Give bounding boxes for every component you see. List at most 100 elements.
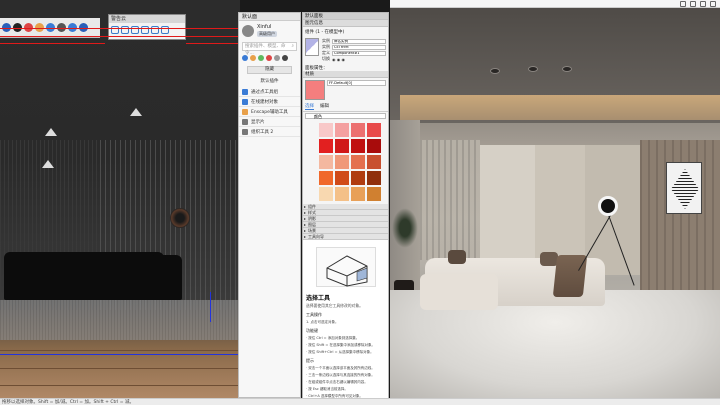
material-tabs: 选择 编辑 bbox=[303, 102, 388, 112]
entity-field: 实例 bbox=[322, 38, 386, 44]
settings-icon[interactable] bbox=[274, 55, 280, 61]
settings-icon[interactable] bbox=[710, 1, 716, 7]
tab-edit[interactable]: 编辑 bbox=[320, 103, 329, 110]
instructor-illustration bbox=[315, 247, 376, 287]
camera-icon[interactable] bbox=[690, 1, 696, 7]
entity-field-input[interactable] bbox=[332, 38, 386, 44]
entity-field-input[interactable] bbox=[332, 44, 386, 50]
extension-item[interactable]: 组织工具 2 bbox=[239, 127, 300, 137]
plugin-icon bbox=[242, 88, 248, 95]
tab-select[interactable]: 选择 bbox=[305, 103, 314, 110]
tray-title: 默认面 bbox=[239, 13, 300, 21]
material-swatch-cell[interactable] bbox=[367, 123, 381, 137]
wall-artwork bbox=[666, 162, 702, 214]
render-toolbar bbox=[390, 0, 720, 8]
axis-blue-line bbox=[0, 354, 240, 355]
material-swatch-cell[interactable] bbox=[335, 123, 349, 137]
grid-icon[interactable] bbox=[700, 1, 706, 7]
material-swatch-cell[interactable] bbox=[335, 155, 349, 169]
floor-line bbox=[0, 385, 240, 386]
store-icon[interactable] bbox=[258, 55, 264, 61]
material-swatch-cell[interactable] bbox=[351, 123, 365, 137]
material-swatch-cell[interactable] bbox=[367, 187, 381, 201]
material-swatch-cell[interactable] bbox=[319, 139, 333, 153]
entity-field: 切换 ◉ ◉ ◉ bbox=[322, 56, 386, 62]
instructor-line: · 双击一个平面以选择该平面及其所有边线。 bbox=[306, 366, 375, 370]
instructor-panel: 选择工具 选择要使用其它工具修改的对象。 工具操作 1. 点击可选定对象。 功能… bbox=[303, 240, 388, 400]
axis-red-line bbox=[0, 43, 105, 44]
instructor-section: 工具操作 bbox=[306, 312, 322, 317]
home-icon[interactable] bbox=[242, 55, 248, 61]
material-swatch[interactable] bbox=[305, 80, 325, 100]
material-swatch-cell[interactable] bbox=[319, 187, 333, 201]
material-swatch-cell[interactable] bbox=[367, 171, 381, 185]
downlight bbox=[562, 66, 572, 72]
material-swatch-cell[interactable] bbox=[351, 171, 365, 185]
material-swatch-cell[interactable] bbox=[351, 155, 365, 169]
default-tray: 默认面板 图元信息 组件 (1 - 在模型中) 实例 实例 定义 切换 bbox=[302, 12, 389, 405]
entity-field-input[interactable] bbox=[332, 50, 386, 56]
extension-list: 通过点工具组 在线建材对象 Enscape辅助工具 显示片 组织工具 2 bbox=[239, 87, 300, 137]
rug-model bbox=[0, 300, 240, 340]
user-card[interactable]: Xinful 高级用户 bbox=[239, 21, 300, 40]
extension-item[interactable]: Enscape辅助工具 bbox=[239, 107, 300, 117]
pendant-light bbox=[130, 108, 142, 116]
material-swatch-cell[interactable] bbox=[319, 123, 333, 137]
instructor-section: 功能键 bbox=[306, 328, 318, 333]
instructor-line: · 三击一条边线以选择与其连接的所有对象。 bbox=[306, 373, 375, 377]
material-header[interactable]: 材质 bbox=[303, 71, 388, 78]
refresh-icon[interactable] bbox=[282, 55, 288, 61]
axis-red-line bbox=[186, 43, 240, 44]
extension-item[interactable]: 在线建材对象 bbox=[239, 97, 300, 107]
tray-section-label: 默认插件 bbox=[260, 79, 279, 84]
entity-field: 实例 bbox=[322, 44, 386, 50]
tray-search-input[interactable]: 搜索插件、模型、命令... ⌕ bbox=[242, 42, 297, 56]
downlight bbox=[528, 66, 538, 72]
sofa-model bbox=[4, 252, 164, 300]
toggle-icons[interactable]: ◉ ◉ ◉ bbox=[332, 57, 345, 62]
heart-icon[interactable] bbox=[266, 55, 272, 61]
material-swatch-cell[interactable] bbox=[319, 155, 333, 169]
extension-item[interactable]: 显示片 bbox=[239, 117, 300, 127]
instructor-line: · 按住 Ctrl = 添加对象到选择集。 bbox=[306, 336, 360, 340]
instructor-line: · 按 Esc 键取消当前选择。 bbox=[306, 387, 348, 391]
enscape-icon bbox=[242, 108, 248, 115]
material-swatch-cell[interactable] bbox=[367, 155, 381, 169]
material-swatch-cell[interactable] bbox=[351, 139, 365, 153]
material-title: 面板属性： bbox=[305, 66, 328, 71]
instructor-line: · 按住 Shift = 在选择集中添加或移除对象。 bbox=[306, 343, 375, 347]
house-illustration bbox=[326, 255, 367, 287]
pillow bbox=[448, 250, 466, 264]
sofa-chaise bbox=[420, 274, 498, 310]
extension-label: 组织工具 2 bbox=[251, 129, 274, 135]
instructor-section: 提示 bbox=[306, 358, 314, 363]
tray-hide-button[interactable]: 隐藏 bbox=[247, 66, 292, 74]
material-grid bbox=[303, 120, 388, 204]
material-name-field[interactable]: FF-Default[0] bbox=[327, 80, 386, 86]
material-swatch-cell[interactable] bbox=[335, 171, 349, 185]
star-icon[interactable] bbox=[250, 55, 256, 61]
instructor-subtitle: 选择要使用其它工具修改的对象。 bbox=[306, 303, 363, 308]
material-swatch-cell[interactable] bbox=[367, 139, 381, 153]
material-swatch-cell[interactable] bbox=[335, 187, 349, 201]
screen-icon[interactable] bbox=[680, 1, 686, 7]
collapsed-section[interactable]: 工具向导 bbox=[303, 234, 388, 240]
material-swatch-cell[interactable] bbox=[351, 187, 365, 201]
floor-line bbox=[0, 350, 240, 351]
extension-item[interactable]: 通过点工具组 bbox=[239, 87, 300, 97]
avatar[interactable] bbox=[242, 24, 254, 37]
search-icon[interactable]: ⌕ bbox=[291, 43, 294, 50]
material-swatch-cell[interactable] bbox=[319, 171, 333, 185]
material-library-select[interactable]: 颜色 bbox=[305, 113, 386, 119]
component-thumbnail bbox=[305, 38, 319, 56]
instructor-line: · 按住 Shift+Ctrl = 从选择集中移除对象。 bbox=[306, 350, 374, 354]
material-preview: FF-Default[0] bbox=[303, 78, 388, 102]
entity-field: 定义 bbox=[322, 50, 386, 56]
sketchup-viewport[interactable]: 警告云 bbox=[0, 0, 240, 398]
entity-field-label: 切换 bbox=[322, 56, 330, 61]
material-swatch-cell[interactable] bbox=[335, 139, 349, 153]
entity-info-box: 实例 实例 定义 切换 ◉ ◉ ◉ bbox=[303, 37, 388, 63]
extension-label: 显示片 bbox=[251, 119, 265, 125]
entity-info-header[interactable]: 图元信息 bbox=[303, 20, 388, 27]
ceiling-cove-light bbox=[400, 95, 720, 120]
